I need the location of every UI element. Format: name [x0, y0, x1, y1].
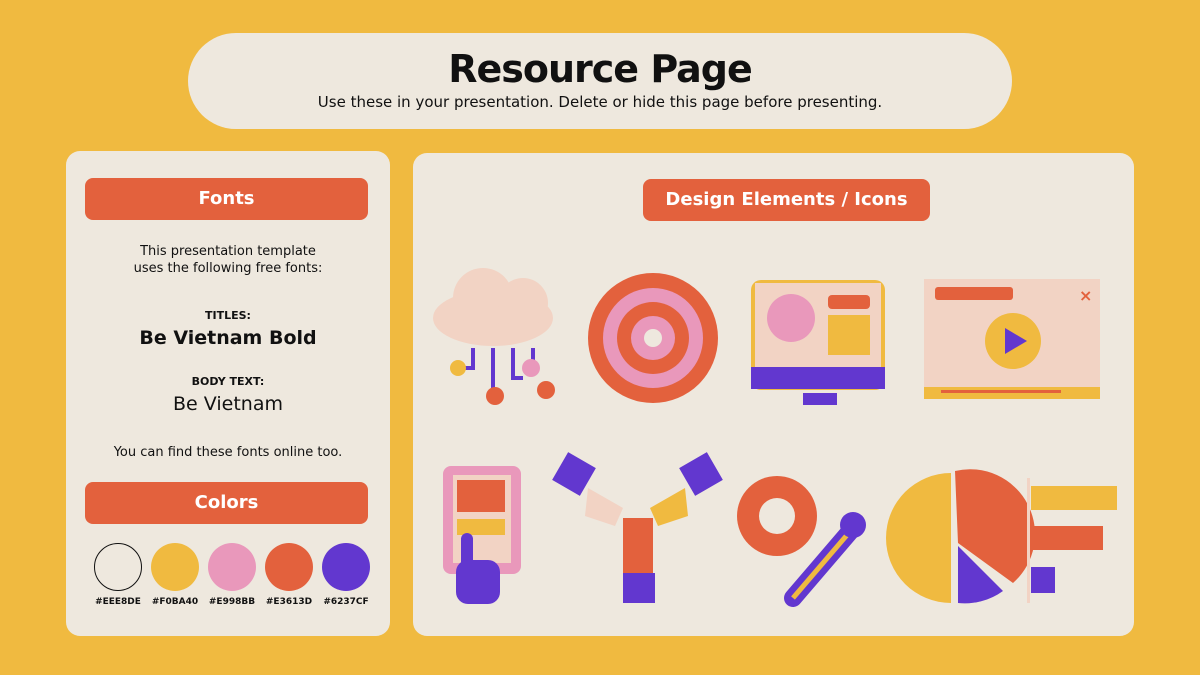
body-label: BODY TEXT:: [191, 375, 265, 388]
intro-line: This presentation template: [140, 244, 316, 259]
page-title: Resource Page: [448, 47, 753, 91]
color-swatch-label: #6237CF: [323, 597, 369, 607]
header-banner: Resource Page Use these in your presenta…: [188, 33, 1012, 129]
fonts-colors-panel: Fonts This presentation template uses the…: [66, 151, 390, 636]
design-elements-panel: Design Elements / Icons ×: [413, 153, 1134, 636]
page-subtitle: Use these in your presentation. Delete o…: [317, 93, 883, 111]
video-player-icon: ×: [924, 279, 1100, 399]
teamwork-hands-icon: [552, 452, 723, 603]
body-font: Be Vietnam: [173, 393, 283, 415]
color-swatch: [322, 543, 370, 591]
colors-heading: Colors: [85, 482, 368, 524]
cloud-network-icon: [433, 268, 555, 405]
color-swatch: [208, 543, 256, 591]
intro-line: uses the following free fonts:: [133, 261, 323, 276]
monitor-icon: [751, 280, 885, 405]
phone-touch-icon: [443, 466, 521, 604]
svg-text:×: ×: [1079, 286, 1092, 305]
fonts-heading: Fonts: [85, 178, 368, 220]
gear-wrench-icon: [737, 476, 866, 607]
fonts-footer: You can find these fonts online too.: [113, 445, 343, 460]
titles-font: Be Vietnam Bold: [139, 327, 317, 349]
target-icon: [588, 273, 718, 403]
fonts-intro: This presentation template uses the follo…: [66, 243, 390, 277]
icons-canvas: ×: [433, 268, 1117, 607]
titles-label: TITLES:: [205, 309, 251, 322]
color-swatch: [151, 543, 199, 591]
color-swatch: [265, 543, 313, 591]
color-swatch: [94, 543, 142, 591]
pie-bar-chart-icon: [886, 469, 1117, 604]
